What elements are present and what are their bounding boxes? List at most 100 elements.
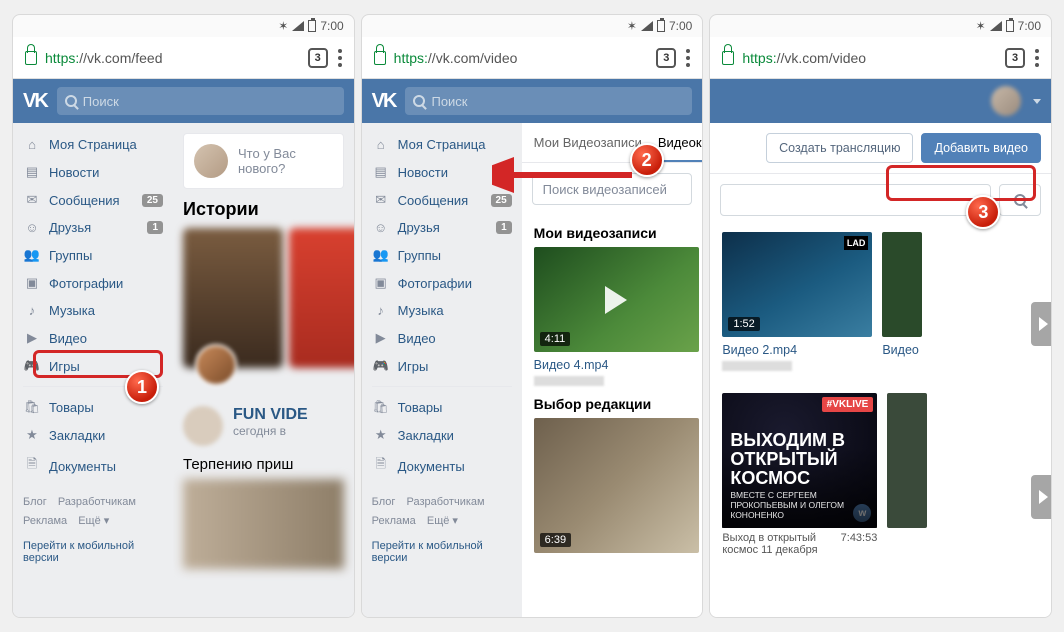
video-card[interactable]: 4:11 Видео 4.mp4 (534, 247, 699, 386)
nav-my-page[interactable]: ⌂Моя Страница (362, 131, 522, 158)
story-thumb[interactable] (289, 228, 354, 368)
carousel-next-icon[interactable] (1031, 475, 1051, 519)
browser-address-bar[interactable]: https://vk.com/video 3 (362, 37, 703, 79)
nav-groups[interactable]: 👥Группы (362, 241, 522, 269)
video-card[interactable]: #VKLIVE w ВЫХОДИМ В ОТКРЫТЫЙ КОСМОС ВМЕС… (722, 393, 877, 556)
nav-photos[interactable]: ▣Фотографии (13, 269, 173, 297)
nav-market[interactable]: 🛍Товары (362, 393, 522, 421)
video-thumb[interactable]: 4:11 (534, 247, 699, 352)
nav-groups[interactable]: 👥Группы (13, 241, 173, 269)
nav-messages[interactable]: ✉Сообщения25 (13, 186, 173, 214)
video-card[interactable]: 6:39 (534, 418, 699, 553)
nav-bookmarks[interactable]: ★Закладки (362, 421, 522, 449)
video-card[interactable]: LAD 1:52 Видео 2.mp4 (722, 232, 872, 371)
nav-news[interactable]: ▤Новости (13, 158, 173, 186)
signal-icon (641, 21, 653, 31)
browser-menu-icon[interactable] (1033, 49, 1041, 67)
lock-icon (374, 51, 386, 65)
bag-icon: 🛍 (372, 399, 390, 415)
section-editorial-title: Выбор редакции (522, 386, 703, 418)
footer-devs[interactable]: Разработчикам (407, 496, 485, 508)
nav-music[interactable]: ♪Музыка (362, 297, 522, 324)
friends-badge: 1 (147, 221, 163, 234)
footer-more[interactable]: Ещё ▾ (78, 515, 109, 527)
video-thumb[interactable]: LAD 1:52 (722, 232, 872, 337)
nav-news[interactable]: ▤Новости (362, 158, 522, 186)
footer-blog[interactable]: Блог (23, 496, 47, 508)
url-text[interactable]: https://vk.com/video (394, 50, 649, 66)
editorial-duration: 7:43:53 (841, 532, 878, 556)
video-subtitle-blur (534, 376, 604, 386)
tabs-count-button[interactable]: 3 (308, 48, 328, 68)
nav-friends[interactable]: ☺Друзья1 (362, 214, 522, 241)
feed-strip-title: Терпению приш (183, 456, 344, 473)
nav-friends[interactable]: ☺Друзья1 (13, 214, 173, 241)
video-card[interactable] (887, 393, 927, 528)
chevron-down-icon[interactable] (1033, 99, 1041, 104)
messages-badge: 25 (142, 194, 163, 207)
lad-badge: LAD (844, 236, 869, 250)
clock: 7:00 (1018, 19, 1041, 33)
post-author[interactable]: FUN VIDE (233, 406, 308, 424)
video-thumb[interactable] (887, 393, 927, 528)
nav-music[interactable]: ♪Музыка (13, 297, 173, 324)
footer-ads[interactable]: Реклама (23, 515, 67, 527)
my-videos-grid: LAD 1:52 Видео 2.mp4 Видео 1 (710, 232, 1051, 371)
vk-logo-icon[interactable]: VK (23, 90, 47, 113)
vk-logo-icon[interactable]: VK (372, 90, 396, 113)
footer-more[interactable]: Ещё ▾ (427, 515, 458, 527)
footer-mobile-link[interactable]: Перейти к мобильной версии (13, 540, 173, 574)
nav-messages[interactable]: ✉Сообщения25 (362, 186, 522, 214)
nav-docs[interactable]: 🗎Документы (362, 449, 522, 483)
story-thumb[interactable] (183, 228, 283, 368)
nav-video[interactable]: ▶Видео (13, 324, 173, 352)
feed-post[interactable]: FUN VIDE сегодня в (183, 406, 344, 446)
friends-badge: 1 (496, 221, 512, 234)
nav-photos[interactable]: ▣Фотографии (362, 269, 522, 297)
vk-search-box[interactable]: Поиск (405, 87, 692, 115)
tabs-count-button[interactable]: 3 (1005, 48, 1025, 68)
video-card[interactable]: Видео 1 (882, 232, 922, 357)
sidebar: ⌂Моя Страница ▤Новости ✉Сообщения25 ☺Дру… (13, 123, 173, 617)
browser-menu-icon[interactable] (684, 49, 692, 67)
url-text[interactable]: https://vk.com/video (742, 50, 997, 66)
editorial-grid: #VKLIVE w ВЫХОДИМ В ОТКРЫТЫЙ КОСМОС ВМЕС… (710, 393, 1051, 556)
news-icon: ▤ (372, 164, 390, 180)
browser-menu-icon[interactable] (336, 49, 344, 67)
editorial-overlay: ВЫХОДИМ В ОТКРЫТЫЙ КОСМОС ВМЕСТЕ С СЕРГЕ… (722, 393, 877, 528)
video-thumb[interactable]: 6:39 (534, 418, 699, 553)
vk-search-box[interactable]: Поиск (57, 87, 344, 115)
browser-address-bar[interactable]: https://vk.com/video 3 (710, 37, 1051, 79)
footer-ads[interactable]: Реклама (372, 515, 416, 527)
footer-mobile-link[interactable]: Перейти к мобильной версии (362, 540, 522, 574)
video-title[interactable]: Видео 2.mp4 (722, 343, 872, 357)
story-avatar (195, 344, 237, 386)
create-stream-button[interactable]: Создать трансляцию (766, 133, 913, 163)
video-title[interactable]: Видео 4.mp4 (534, 358, 699, 372)
video-search-input[interactable]: Поиск видеозаписей (532, 173, 693, 205)
video-thumb[interactable]: #VKLIVE w ВЫХОДИМ В ОТКРЫТЫЙ КОСМОС ВМЕС… (722, 393, 877, 528)
nav-my-page[interactable]: ⌂Моя Страница (13, 131, 173, 158)
video-thumb[interactable] (882, 232, 922, 337)
vk-header: VK Поиск (13, 79, 354, 123)
add-video-button[interactable]: Добавить видео (921, 133, 1041, 163)
carousel-next-icon[interactable] (1031, 302, 1051, 346)
nav-bookmarks[interactable]: ★Закладки (13, 421, 173, 449)
header-avatar[interactable] (991, 86, 1021, 116)
feed-strip-thumb[interactable] (183, 479, 344, 569)
browser-address-bar[interactable]: https://vk.com/feed 3 (13, 37, 354, 79)
stories-row[interactable] (173, 228, 354, 396)
video-search-button[interactable] (999, 184, 1041, 216)
nav-video[interactable]: ▶Видео (362, 324, 522, 352)
tabs-count-button[interactable]: 3 (656, 48, 676, 68)
footer-devs[interactable]: Разработчикам (58, 496, 136, 508)
nav-games[interactable]: 🎮Игры (362, 352, 522, 380)
battery-icon (657, 20, 665, 32)
games-icon: 🎮 (372, 358, 390, 374)
video-search-input[interactable]: . (720, 184, 991, 216)
url-text[interactable]: https://vk.com/feed (45, 50, 300, 66)
composer[interactable]: Что у Вас нового? (183, 133, 344, 189)
nav-docs[interactable]: 🗎Документы (13, 449, 173, 483)
video-title[interactable]: Видео 1 (882, 343, 922, 357)
footer-blog[interactable]: Блог (372, 496, 396, 508)
